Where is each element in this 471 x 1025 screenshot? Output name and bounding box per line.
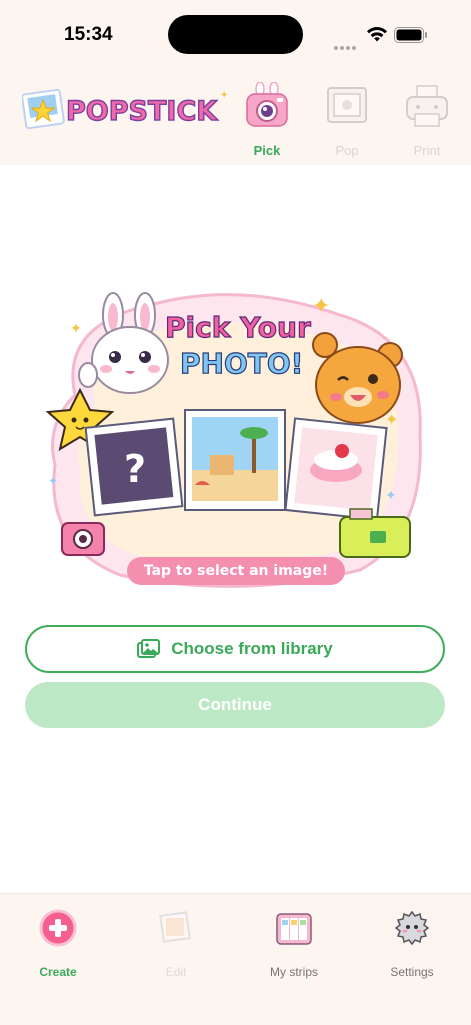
gear-cloud-icon xyxy=(394,910,430,946)
tab-my-strips[interactable]: My strips xyxy=(249,908,339,979)
tab-create[interactable]: Create xyxy=(13,908,103,979)
photo-strawberry-dessert xyxy=(284,417,388,521)
step-print-label: Print xyxy=(413,143,441,158)
tab-edit[interactable]: Edit xyxy=(131,908,221,979)
choose-from-library-label: Choose from library xyxy=(171,639,333,658)
svg-text:POPSTICK: POPSTICK xyxy=(66,96,218,127)
step-print[interactable]: Print xyxy=(392,82,462,162)
sparkle-icon: ✦ xyxy=(48,474,58,488)
svg-text:Pick Your: Pick Your xyxy=(165,311,311,344)
bear-illustration xyxy=(312,332,403,424)
bottom-tab-bar: Create Edit My strips Settings xyxy=(0,893,471,1025)
svg-text:?: ? xyxy=(124,447,146,491)
sparkle-icon: ✦ xyxy=(385,412,398,429)
mini-printer-illustration xyxy=(339,508,411,558)
step-pop[interactable]: Pop xyxy=(312,82,382,162)
continue-label: Continue xyxy=(198,695,272,714)
popstick-logo: POPSTICK ✦ xyxy=(22,88,228,130)
svg-text:PHOTO!: PHOTO! xyxy=(180,347,303,380)
mini-camera-illustration xyxy=(61,522,105,556)
wifi-icon xyxy=(367,26,387,42)
tab-my-strips-label: My strips xyxy=(270,965,318,979)
sparkle-icon: ✦ xyxy=(385,487,397,503)
svg-text:✦: ✦ xyxy=(220,90,228,101)
step-pop-label: Pop xyxy=(335,143,359,158)
continue-button[interactable]: Continue xyxy=(25,682,445,728)
battery-icon xyxy=(394,27,427,43)
pick-photo-illustration[interactable]: ✦ ✦ ✦ ✦ ✦ Pick Your PHOTO! ? xyxy=(40,285,430,595)
sparkle-icon: ✦ xyxy=(312,293,330,318)
app-header: POPSTICK ✦ Pick Pop Print xyxy=(0,70,471,165)
tab-edit-label: Edit xyxy=(165,965,187,979)
tab-settings-label: Settings xyxy=(390,965,434,979)
step-pick[interactable]: Pick xyxy=(232,81,302,162)
tab-settings[interactable]: Settings xyxy=(367,908,457,979)
status-bar: 15:34 xyxy=(0,0,471,70)
photo-placeholder-mystery: ? xyxy=(84,417,184,517)
camera-icon xyxy=(246,81,288,127)
cellular-signal-icon xyxy=(334,37,358,55)
status-time: 15:34 xyxy=(64,24,113,45)
edit-photos-icon xyxy=(159,911,191,943)
tap-to-select-caption: Tap to select an image! xyxy=(127,557,345,585)
sparkle-icon: ✦ xyxy=(70,320,82,336)
tab-create-label: Create xyxy=(39,965,77,979)
photo-library-icon xyxy=(137,639,161,658)
printer-icon xyxy=(406,85,448,127)
choose-from-library-button[interactable]: Choose from library xyxy=(25,625,445,673)
progress-steps: Pick Pop Print xyxy=(232,81,471,162)
frame-icon xyxy=(327,87,367,123)
dynamic-island xyxy=(168,15,303,54)
photo-beach xyxy=(184,409,286,511)
plus-badge-icon xyxy=(39,909,77,947)
photo-strips-icon xyxy=(276,913,312,945)
step-pick-label: Pick xyxy=(253,143,281,158)
